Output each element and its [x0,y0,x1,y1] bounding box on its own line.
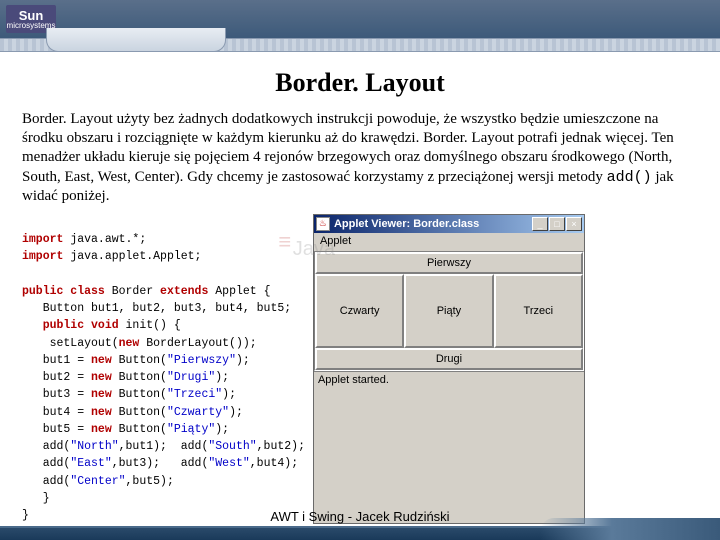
applet-title: Applet Viewer: Border.class [334,218,532,230]
east-button[interactable]: Trzeci [494,274,583,348]
footer: AWT i Swing - Jacek Rudziński [0,505,720,540]
code-sample: import java.awt.*; import java.applet.Ap… [22,214,305,525]
west-button[interactable]: Czwarty [315,274,404,348]
applet-status: Applet started. [314,371,584,389]
description-paragraph: Border. Layout użyty bez żadnych dodatko… [22,110,698,206]
columns: import java.awt.*; import java.applet.Ap… [22,214,698,525]
slide-content: Border. Layout Border. Layout użyty bez … [0,52,720,524]
applet-body: Pierwszy Czwarty Piąty Trzeci Drugi [314,251,584,371]
applet-titlebar[interactable]: ♨ Applet Viewer: Border.class _ □ × [314,215,584,233]
applet-icon: ♨ [316,217,330,231]
close-button[interactable]: × [566,217,582,231]
south-button[interactable]: Drugi [315,348,583,370]
center-button[interactable]: Piąty [404,274,493,348]
page-title: Border. Layout [22,68,698,98]
applet-window: ♨ Applet Viewer: Border.class _ □ × Appl… [313,214,585,525]
footer-bar [0,526,720,540]
center-row: Czwarty Piąty Trzeci [315,274,583,348]
logo-top: Sun [19,9,44,22]
applet-menu[interactable]: Applet [314,233,584,251]
para-text-1: Border. Layout użyty bez żadnych dodatko… [22,111,674,185]
header-tab [46,28,226,52]
maximize-button[interactable]: □ [549,217,565,231]
north-button[interactable]: Pierwszy [315,252,583,274]
window-controls: _ □ × [532,217,582,231]
add-method-code: add() [607,169,652,186]
minimize-button[interactable]: _ [532,217,548,231]
